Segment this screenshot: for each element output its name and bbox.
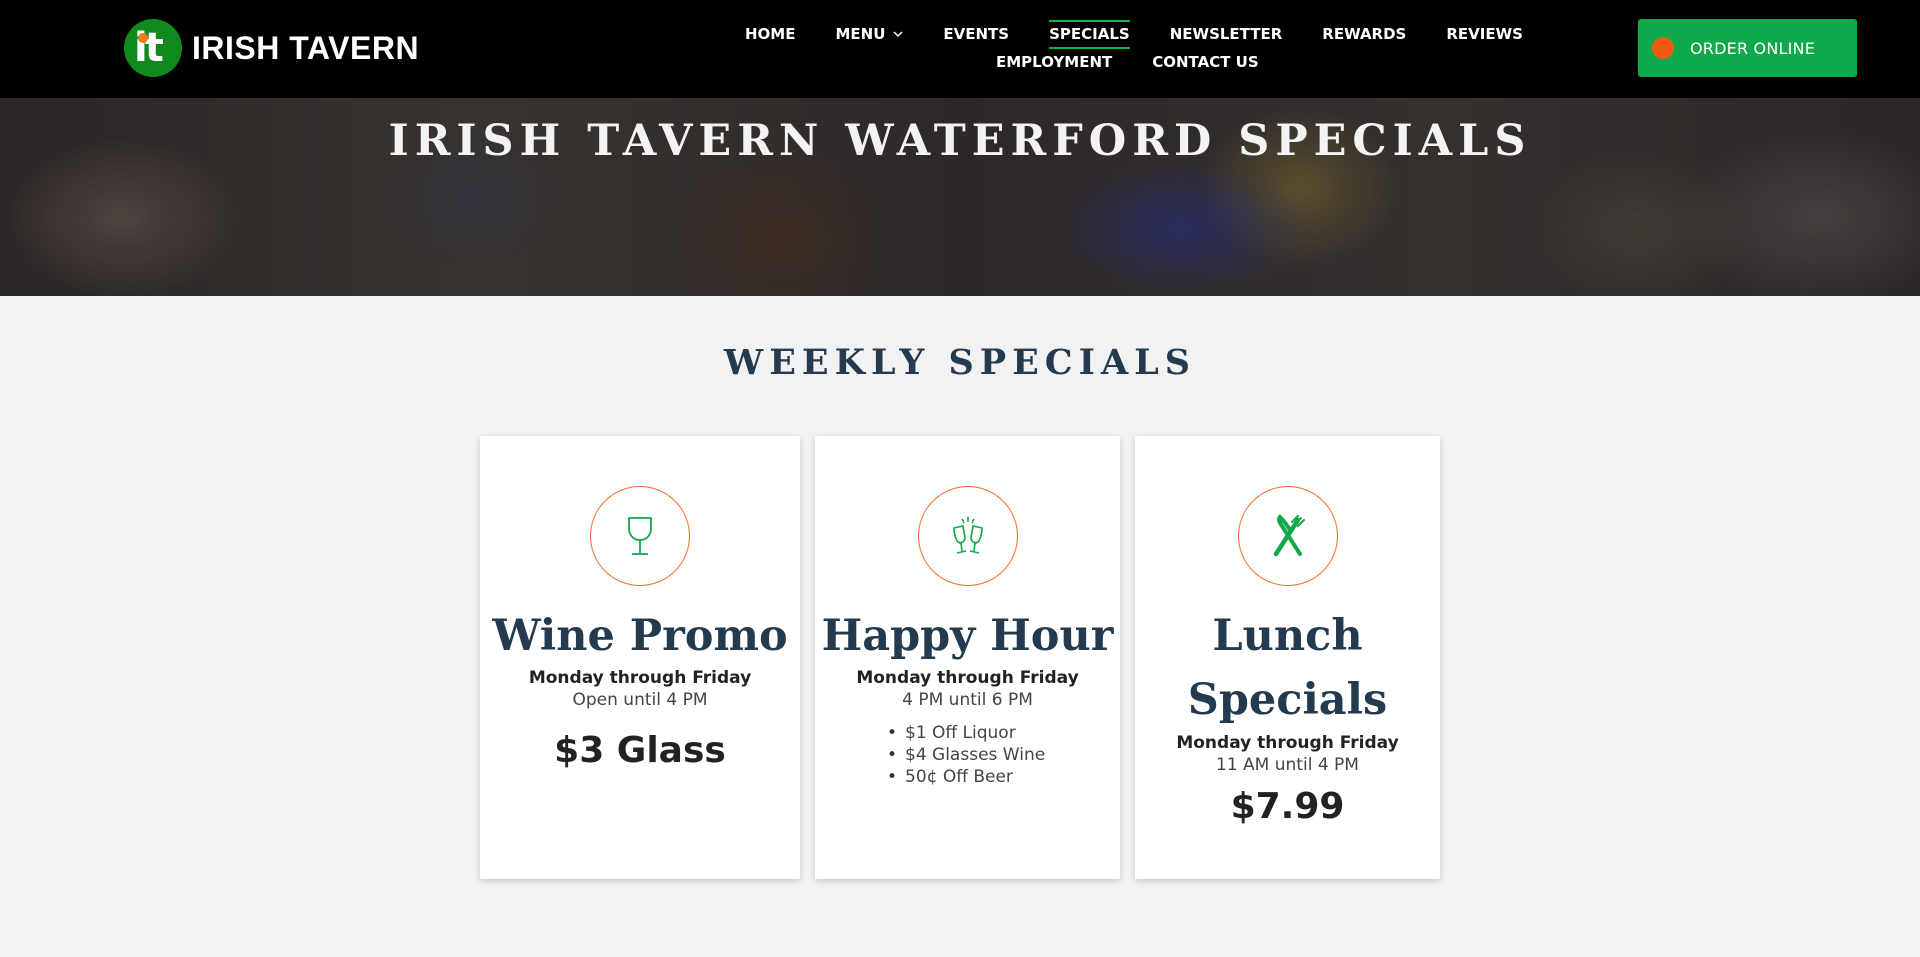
card-price: $7.99 (1230, 786, 1345, 827)
card-hours: 4 PM until 6 PM (902, 690, 1033, 710)
chevron-down-icon (893, 31, 903, 38)
nav-reviews-label: REVIEWS (1446, 25, 1523, 43)
nav-home[interactable]: HOME (725, 24, 815, 44)
deal-list: $1 Off Liquor $4 Glasses Wine 50¢ Off Be… (887, 722, 1045, 788)
nav-menu[interactable]: MENU (815, 24, 923, 44)
special-card-lunch-specials: Lunch Specials Monday through Friday 11 … (1135, 436, 1440, 879)
card-title: Happy Hour (821, 611, 1114, 661)
list-item: $1 Off Liquor (887, 722, 1045, 744)
list-item: 50¢ Off Beer (887, 766, 1045, 788)
fork-knife-svg (1273, 514, 1305, 557)
hero-banner: IRISH TAVERN WATERFORD SPECIALS (0, 98, 1920, 296)
card-days: Monday through Friday (856, 668, 1079, 688)
card-days: Monday through Friday (528, 668, 752, 688)
card-days: Monday through Friday (1176, 733, 1399, 753)
list-item: $4 Glasses Wine (887, 744, 1045, 766)
order-online-button[interactable]: ORDER ONLINE (1638, 19, 1857, 77)
card-title: Wine Promo (492, 611, 788, 661)
card-price: $3 Glass (554, 730, 726, 771)
cheers-glasses-icon (917, 486, 1018, 586)
card-title: Lunch Specials (1187, 611, 1388, 725)
nav-contact-us-label: CONTACT US (1152, 53, 1259, 71)
nav-newsletter-label: NEWSLETTER (1169, 25, 1283, 43)
nav-employment[interactable]: EMPLOYMENT (976, 52, 1132, 72)
nav-contact-us[interactable]: CONTACT US (1132, 52, 1278, 72)
special-card-wine-promo: Wine Promo Monday through Friday Open un… (480, 436, 800, 879)
main-nav-row-2: EMPLOYMENT CONTACT US (976, 52, 1279, 72)
logo-badge: it (124, 19, 182, 77)
nav-events-label: EVENTS (943, 25, 1010, 43)
nav-reviews[interactable]: REVIEWS (1426, 24, 1543, 44)
nav-menu-label: MENU (835, 25, 886, 43)
nav-newsletter[interactable]: NEWSLETTER (1150, 24, 1303, 44)
main-nav-row-1: HOME MENU EVENTS SPECIALS NEWSLETTER REW… (725, 20, 1543, 49)
wine-glass-svg (628, 517, 652, 555)
order-online-label: ORDER ONLINE (1690, 38, 1816, 58)
logo-dot (138, 33, 148, 43)
fork-knife-icon (1237, 486, 1338, 586)
nav-events[interactable]: EVENTS (923, 24, 1029, 44)
nav-rewards[interactable]: REWARDS (1302, 24, 1426, 44)
card-hours: 11 AM until 4 PM (1216, 755, 1359, 775)
wine-glass-icon (590, 486, 690, 586)
nav-home-label: HOME (745, 25, 796, 43)
special-card-happy-hour: Happy Hour Monday through Friday 4 PM un… (815, 436, 1120, 879)
card-hours: Open until 4 PM (572, 690, 708, 710)
status-dot-icon (1652, 37, 1674, 59)
section-title: WEEKLY SPECIALS (723, 342, 1197, 383)
hero-title: IRISH TAVERN WATERFORD SPECIALS (388, 116, 1532, 166)
site-header: it IRISH TAVERN HOME MENU EVENTS SPECIAL… (0, 0, 1920, 98)
nav-specials[interactable]: SPECIALS (1029, 20, 1150, 49)
nav-employment-label: EMPLOYMENT (996, 53, 1113, 71)
logo-text: IRISH TAVERN (192, 29, 420, 66)
logo[interactable]: it IRISH TAVERN (124, 18, 419, 78)
logo-mark: it (134, 25, 164, 71)
cheers-glasses-svg (952, 517, 983, 554)
nav-specials-label: SPECIALS (1049, 25, 1130, 43)
nav-rewards-label: REWARDS (1322, 25, 1407, 43)
